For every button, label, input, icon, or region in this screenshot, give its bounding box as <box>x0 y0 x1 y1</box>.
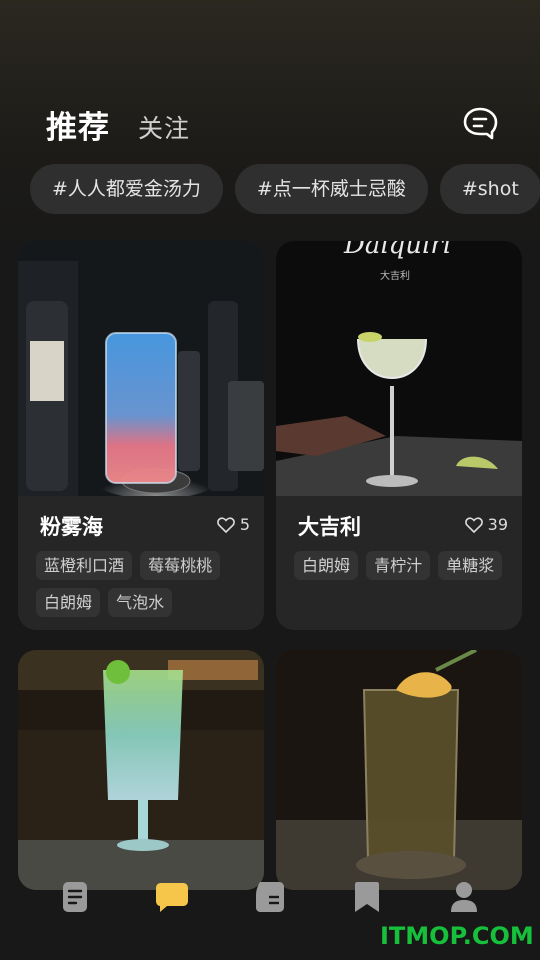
ingredient-tag[interactable]: 青柠汁 <box>366 551 431 580</box>
recipe-title: 大吉利 <box>298 515 361 539</box>
cocktail-photo: Daiquiri 大吉利 <box>276 241 522 496</box>
ingredient-tag[interactable]: 莓莓桃桃 <box>140 551 221 580</box>
like-count[interactable]: 39 <box>464 515 508 534</box>
cocktail-photo <box>18 241 264 496</box>
tab-follow[interactable]: 关注 <box>138 109 190 145</box>
ingredient-tag[interactable]: 白朗姆 <box>294 551 359 580</box>
ingredient-tag[interactable]: 蓝橙利口酒 <box>36 551 133 580</box>
chat-bubble-icon[interactable] <box>461 106 499 140</box>
photo-subtitle-text: 大吉利 <box>380 269 410 282</box>
ingredient-tag[interactable]: 气泡水 <box>108 588 173 617</box>
watermark-text: ITMOP.COM <box>380 922 534 950</box>
cocktail-photo <box>18 650 264 890</box>
like-count[interactable]: 5 <box>216 515 250 534</box>
bookmark-icon[interactable] <box>350 880 384 914</box>
user-icon[interactable] <box>447 880 481 914</box>
heart-icon <box>216 516 235 533</box>
heart-icon <box>464 516 483 533</box>
recipe-card[interactable]: Daiquiri 大吉利 大吉利 39 白朗姆 青柠汁 单糖浆 <box>276 241 522 630</box>
header: 推荐 关注 <box>0 96 540 152</box>
recipe-card[interactable]: 粉雾海 5 蓝橙利口酒 莓莓桃桃 白朗姆 气泡水 <box>18 241 264 630</box>
recipe-card[interactable] <box>18 650 264 890</box>
hashtag-row: #人人都爱金汤力 #点一杯威士忌酸 #shot <box>30 164 540 214</box>
cocktail-photo <box>276 650 522 890</box>
document-icon[interactable] <box>58 880 92 914</box>
recipe-title: 粉雾海 <box>40 515 103 539</box>
bottom-nav <box>0 872 540 922</box>
card-icon[interactable] <box>253 880 287 914</box>
hashtag-chip[interactable]: #shot <box>439 164 540 214</box>
like-count-value: 5 <box>239 515 250 534</box>
ingredient-tag[interactable]: 单糖浆 <box>438 551 503 580</box>
chat-icon[interactable] <box>155 880 189 914</box>
tab-recommend[interactable]: 推荐 <box>46 102 110 147</box>
recipe-card[interactable] <box>276 650 522 890</box>
hashtag-chip[interactable]: #点一杯威士忌酸 <box>234 164 428 214</box>
ingredient-tags: 白朗姆 青柠汁 单糖浆 <box>294 551 514 588</box>
ingredient-tag[interactable]: 白朗姆 <box>36 588 101 617</box>
hashtag-chip[interactable]: #人人都爱金汤力 <box>30 164 223 214</box>
photo-title-text: Daiquiri <box>343 241 451 260</box>
like-count-value: 39 <box>487 515 508 534</box>
ingredient-tags: 蓝橙利口酒 莓莓桃桃 白朗姆 气泡水 <box>36 551 256 625</box>
